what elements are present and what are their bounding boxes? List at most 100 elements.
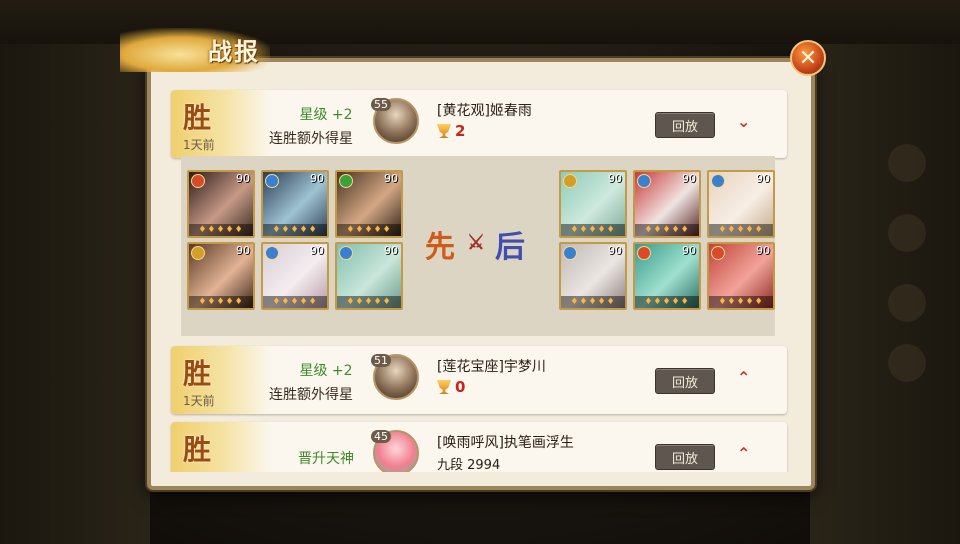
hero-level: 90 [236,244,250,257]
hero-level: 90 [384,244,398,257]
battle-record: 胜 晋升天神 45 [唤雨呼风]执笔画浮生 九段 2994 回放 ⌃ [171,422,787,472]
result-label: 胜 [183,357,212,390]
dialog-title: 战报 [208,37,260,66]
hero-card[interactable]: 90 ♦♦♦♦♦ [559,170,627,238]
element-icon [637,246,651,260]
expand-chevron-icon[interactable]: ⌃ [737,368,750,387]
star-row: ♦♦♦♦♦ [635,296,699,308]
star-row: ♦♦♦♦♦ [189,224,253,236]
hero-level: 90 [608,172,622,185]
element-icon [265,246,279,260]
opponent-name: [黄花观]姬春雨 [437,103,532,119]
result-label: 胜 [183,433,212,466]
dialog-title-badge: 战报 [120,22,280,78]
hero-card[interactable]: 90 ♦♦♦♦♦ [633,170,701,238]
crossed-swords-icon: ⚔ [467,230,485,254]
collapse-chevron-icon[interactable]: ⌄ [737,112,750,131]
hero-level: 90 [310,172,324,185]
opponent-score: 2 [437,122,465,140]
expand-chevron-icon[interactable]: ⌃ [737,444,750,463]
opponent-level: 55 [371,98,391,111]
star-row: ♦♦♦♦♦ [263,296,327,308]
hero-card[interactable]: 90 ♦♦♦♦♦ [187,170,255,238]
replay-button[interactable]: 回放 [655,444,715,470]
star-row: ♦♦♦♦♦ [263,224,327,236]
score-value: 0 [455,378,466,396]
star-change: 星级 +2 [299,363,353,379]
opponent-name: [唤雨呼风]执笔画浮生 [437,435,574,451]
star-row: ♦♦♦♦♦ [337,224,401,236]
opponent-level: 45 [371,430,391,443]
first-label: 先 [425,230,455,265]
hero-card[interactable]: 90 ♦♦♦♦♦ [633,242,701,310]
element-icon [563,174,577,188]
background-menu-icon [888,344,926,382]
star-row: ♦♦♦♦♦ [561,224,625,236]
star-row: ♦♦♦♦♦ [337,296,401,308]
opponent-avatar[interactable]: 51 [371,354,419,400]
element-icon [191,174,205,188]
trophy-icon [437,380,451,394]
hero-card[interactable]: 90 ♦♦♦♦♦ [335,242,403,310]
result-label: 胜 [183,101,212,134]
hero-level: 90 [310,244,324,257]
battle-report-list[interactable]: 胜 1天前 星级 +2 连胜额外得星 55 [黄花观]姬春雨 2 回放 ⌄ 90… [169,84,795,472]
star-row: ♦♦♦♦♦ [561,296,625,308]
battle-time: 1天前 [183,394,215,408]
opponent-avatar[interactable]: 55 [371,98,419,144]
star-row: ♦♦♦♦♦ [189,296,253,308]
opponent-level: 51 [371,354,391,367]
hero-card[interactable]: 90 ♦♦♦♦♦ [707,242,775,310]
element-icon [711,246,725,260]
background-menu-icon [888,284,926,322]
star-row: ♦♦♦♦♦ [709,224,773,236]
battle-report-dialog: 胜 1天前 星级 +2 连胜额外得星 55 [黄花观]姬春雨 2 回放 ⌄ 90… [147,58,815,490]
star-row: ♦♦♦♦♦ [635,224,699,236]
hero-level: 90 [384,172,398,185]
background-menu-icon [888,214,926,252]
bonus-text: 连胜额外得星 [269,387,353,403]
turn-order-emblem: 先 ⚔ 后 [411,218,551,266]
element-icon [563,246,577,260]
opponent-name: [莲花宝座]宇梦川 [437,359,546,375]
hero-card[interactable]: 90 ♦♦♦♦♦ [559,242,627,310]
lineup-detail: 90 ♦♦♦♦♦ 90 ♦♦♦♦♦ 90 ♦♦♦♦♦ 90 ♦♦♦♦♦ 90 ♦♦♦♦♦ … [181,156,775,336]
star-change: 星级 +2 [299,107,353,123]
background-menu-icon [888,144,926,182]
hero-level: 90 [608,244,622,257]
element-icon [191,246,205,260]
hero-level: 90 [236,172,250,185]
element-icon [339,174,353,188]
hero-level: 90 [756,172,770,185]
battle-time: 1天前 [183,138,215,152]
hero-card[interactable]: 90 ♦♦♦♦♦ [707,170,775,238]
replay-button[interactable]: 回放 [655,112,715,138]
hero-level: 90 [682,172,696,185]
hero-level: 90 [682,244,696,257]
trophy-icon [437,124,451,138]
element-icon [339,246,353,260]
opponent-rank: 九段 2994 [437,458,501,472]
battle-record: 胜 1天前 星级 +2 连胜额外得星 55 [黄花观]姬春雨 2 回放 ⌄ [171,90,787,158]
replay-button[interactable]: 回放 [655,368,715,394]
star-row: ♦♦♦♦♦ [709,296,773,308]
close-icon: ✕ [798,45,818,71]
opponent-score: 0 [437,378,465,396]
battle-record: 胜 1天前 星级 +2 连胜额外得星 51 [莲花宝座]宇梦川 0 回放 ⌃ [171,346,787,414]
star-change: 晋升天神 [298,451,354,467]
background-left-panel [0,44,150,544]
element-icon [637,174,651,188]
hero-card[interactable]: 90 ♦♦♦♦♦ [261,170,329,238]
opponent-avatar[interactable]: 45 [371,430,419,472]
hero-card[interactable]: 90 ♦♦♦♦♦ [335,170,403,238]
second-label: 后 [495,230,525,265]
hero-card[interactable]: 90 ♦♦♦♦♦ [261,242,329,310]
hero-level: 90 [756,244,770,257]
background-right-panel [810,44,960,544]
element-icon [711,174,725,188]
close-button[interactable]: ✕ [790,40,826,76]
bonus-text: 连胜额外得星 [269,131,353,147]
hero-card[interactable]: 90 ♦♦♦♦♦ [187,242,255,310]
score-value: 2 [455,122,466,140]
element-icon [265,174,279,188]
